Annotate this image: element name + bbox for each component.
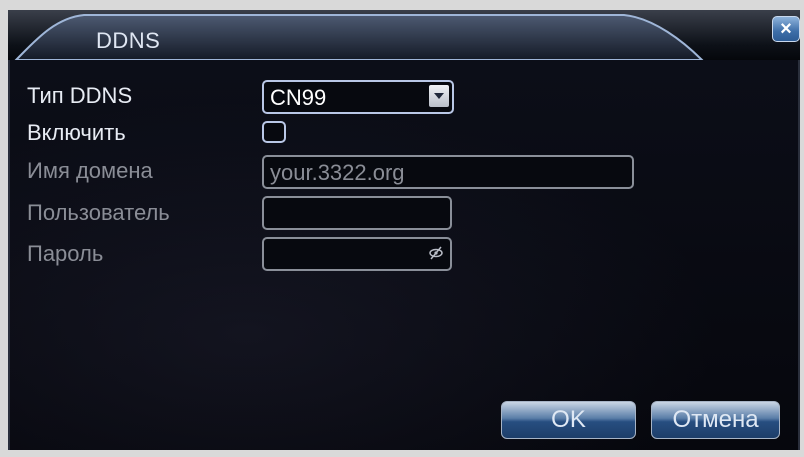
eye-slash-icon[interactable] bbox=[428, 246, 444, 265]
ddns-dialog: DDNS × Тип DDNS CN99 Включить Имя домена… bbox=[0, 0, 804, 457]
password-label: Пароль bbox=[27, 241, 104, 266]
dialog-title: DDNS bbox=[96, 28, 161, 53]
close-icon: × bbox=[780, 17, 792, 40]
user-input[interactable] bbox=[262, 196, 452, 230]
enable-label: Включить bbox=[27, 120, 126, 145]
domain-value: your.3322.org bbox=[270, 160, 405, 185]
domain-label: Имя домена bbox=[27, 158, 153, 183]
enable-checkbox[interactable] bbox=[262, 121, 286, 143]
chevron-down-icon[interactable] bbox=[429, 85, 449, 107]
title-tab: DDNS bbox=[14, 12, 704, 60]
user-label: Пользователь bbox=[27, 200, 170, 225]
ddns-type-select[interactable]: CN99 bbox=[262, 80, 454, 114]
close-button[interactable]: × bbox=[772, 16, 800, 42]
domain-input[interactable]: your.3322.org bbox=[262, 155, 634, 189]
ddns-type-value: CN99 bbox=[270, 85, 327, 110]
ok-button[interactable]: OK bbox=[501, 401, 636, 439]
ddns-type-label: Тип DDNS bbox=[27, 83, 133, 108]
password-input[interactable] bbox=[262, 237, 452, 271]
cancel-button[interactable]: Отмена bbox=[651, 401, 780, 439]
